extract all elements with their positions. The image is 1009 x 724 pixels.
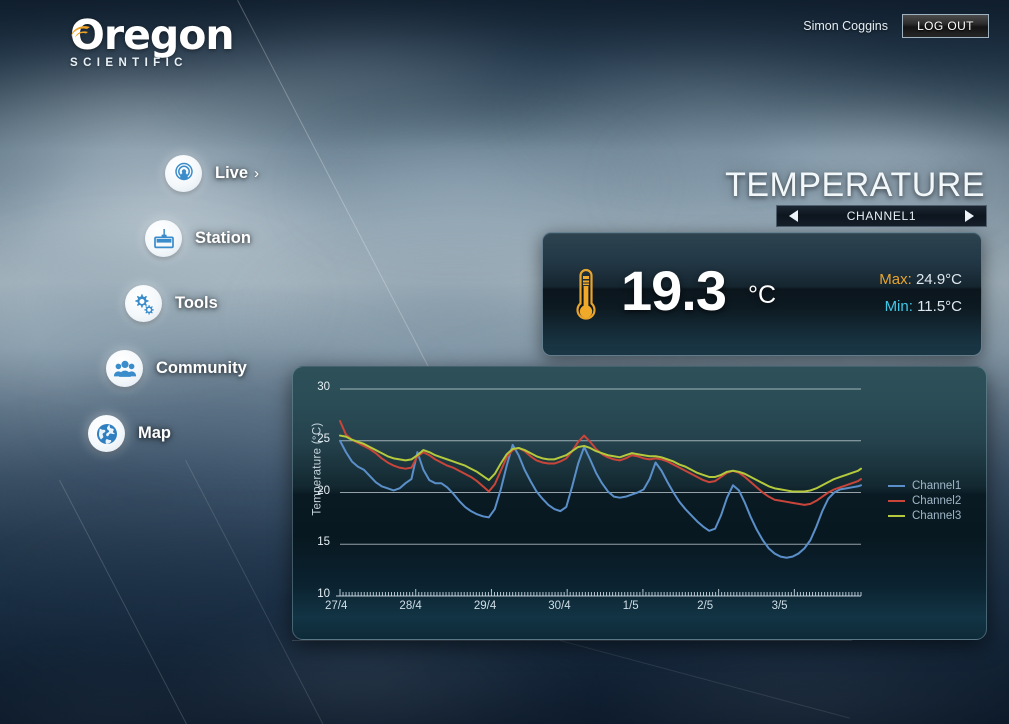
min-label: Min: [884,298,913,315]
legend-swatch [888,485,905,487]
y-tick-label: 20 [317,484,330,497]
sidebar-item-label: Tools [175,294,218,312]
broadcast-icon [165,155,202,192]
max-label: Max: [879,271,912,288]
x-tick-label: 1/5 [622,600,639,612]
weather-station-icon [145,220,182,257]
sidebar-item-label: Live › [215,164,260,182]
legend-swatch [888,500,905,502]
y-tick-label: 15 [317,536,330,549]
series-line-channel3 [339,434,862,493]
max-value: 24.9°C [915,271,962,288]
username-label: Simon Coggins [803,19,888,33]
triangle-left-icon[interactable] [789,210,798,222]
x-tick-label: 3/5 [771,600,788,612]
sidebar-item-map[interactable]: Map [88,415,171,452]
legend-item-channel3[interactable]: Channel3 [888,510,961,522]
x-tick-label: 30/4 [548,600,571,612]
history-chart-panel: Temperature (°C) 10 15 20 25 30 27/4 28/4 29/4… [292,366,987,640]
y-tick-label: 10 [317,588,330,600]
channel-selector[interactable]: CHANNEL1 [776,205,987,227]
legend-swatch [888,515,905,517]
sidebar-item-label: Community [156,359,247,377]
y-tick-label: 30 [317,381,330,393]
gears-icon [125,285,162,322]
sidebar-item-label: Station [195,229,251,247]
temperature-unit: °C [748,281,777,309]
x-tick-label: 2/5 [697,600,714,612]
logout-button[interactable]: LOG OUT [902,14,989,38]
current-reading-panel: 19.3 °C Max: 24.9°C Min: 11.5°C [542,232,982,356]
channel-value: CHANNEL1 [846,209,917,223]
diagonal-line [292,640,852,641]
temperature-value: 19.3 [621,259,727,322]
sidebar-item-live[interactable]: Live › [165,155,259,192]
thermometer-icon [576,268,596,320]
sidebar-item-label: Map [138,424,171,442]
legend-item-channel1[interactable]: Channel1 [888,480,961,492]
sidebar-item-tools[interactable]: Tools [125,285,218,322]
series-line-channel1 [339,439,862,559]
legend-label: Channel1 [912,480,962,492]
x-tick-label: 29/4 [473,600,497,612]
legend-label: Channel3 [912,510,962,522]
max-reading-row: Max: 24.9°C [879,271,962,288]
sidebar-item-station[interactable]: Station [145,220,251,257]
user-bar: Simon Coggins LOG OUT [803,14,989,38]
y-tick-label: 25 [317,432,330,445]
min-value: 11.5°C [917,298,962,315]
people-icon [106,350,143,387]
chart-canvas[interactable] [293,367,987,640]
sidebar-item-community[interactable]: Community [106,350,247,387]
min-reading-row: Min: 11.5°C [885,298,962,315]
triangle-right-icon[interactable] [965,210,974,222]
legend-label: Channel2 [912,495,962,507]
chevron-right-icon: › [254,165,260,182]
x-tick-label: 28/4 [399,600,422,612]
x-tick-label: 27/4 [325,600,348,612]
legend-item-channel2[interactable]: Channel2 [888,495,961,507]
page-title: TEMPERATURE [725,166,985,204]
globe-icon [88,415,125,452]
